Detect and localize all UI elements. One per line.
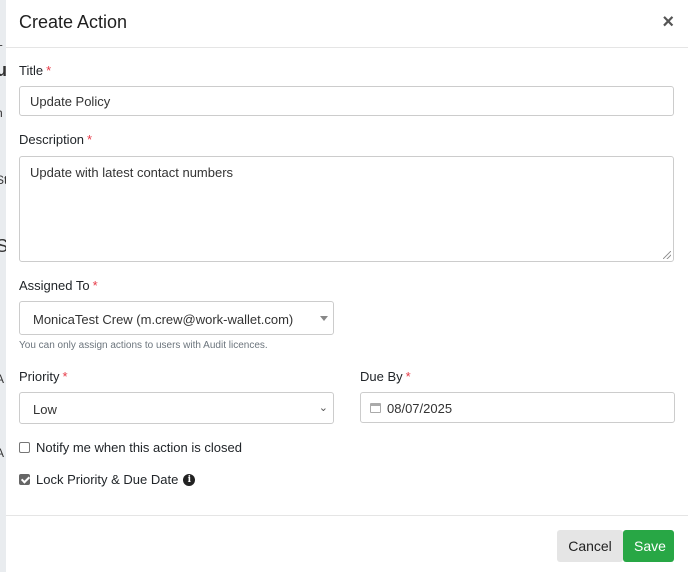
chevron-down-icon: ⌄ [318, 402, 328, 414]
assigned-to-select[interactable]: MonicaTest Crew (m.crew@work-wallet.com) [19, 301, 334, 335]
background-text: h [0, 106, 3, 120]
notify-checkbox[interactable] [19, 442, 30, 453]
required-marker: * [92, 278, 98, 293]
due-by-label: Due By * [360, 369, 411, 384]
notify-option[interactable]: Notify me when this action is closed [19, 440, 242, 455]
required-marker: * [46, 63, 52, 78]
due-by-value: 08/07/2025 [387, 401, 453, 416]
background-text: L [0, 35, 3, 49]
modal-title: Create Action [19, 12, 128, 32]
required-marker: * [62, 369, 68, 384]
assigned-to-label: Assigned To * [19, 278, 98, 293]
resize-handle[interactable] [663, 251, 671, 259]
lock-checkbox[interactable] [19, 474, 30, 485]
background-text: A [0, 446, 5, 460]
modal-footer: Cancel Save [6, 515, 688, 572]
description-label: Description * [19, 132, 93, 147]
background-text: A [0, 372, 5, 386]
lock-label: Lock Priority & Due Date [36, 472, 179, 487]
notify-label: Notify me when this action is closed [36, 440, 242, 455]
required-marker: * [405, 369, 411, 384]
description-text: Update with latest contact numbers [30, 165, 234, 180]
save-button[interactable]: Save [623, 530, 674, 562]
priority-value: Low [33, 402, 57, 417]
lock-option[interactable]: Lock Priority & Due Date i [19, 472, 196, 487]
cancel-button[interactable]: Cancel [557, 530, 623, 562]
calendar-icon [370, 403, 381, 413]
create-action-modal: Create Action × Title * Update Policy Des… [6, 0, 688, 572]
title-label: Title * [19, 63, 52, 78]
priority-label: Priority * [19, 369, 68, 384]
assigned-to-value: MonicaTest Crew (m.crew@work-wallet.com) [33, 312, 294, 327]
due-by-input[interactable]: 08/07/2025 [360, 392, 675, 423]
description-textarea[interactable]: Update with latest contact numbers [19, 156, 674, 262]
required-marker: * [87, 132, 93, 147]
modal-header: Create Action × [6, 0, 688, 48]
close-icon[interactable]: × [662, 12, 674, 32]
info-icon[interactable]: i [183, 473, 196, 486]
priority-select[interactable]: Low ⌄ [19, 392, 334, 424]
dropdown-arrow-icon [320, 316, 328, 321]
assigned-to-help: You can only assign actions to users wit… [19, 340, 268, 351]
title-input[interactable]: Update Policy [19, 86, 674, 116]
